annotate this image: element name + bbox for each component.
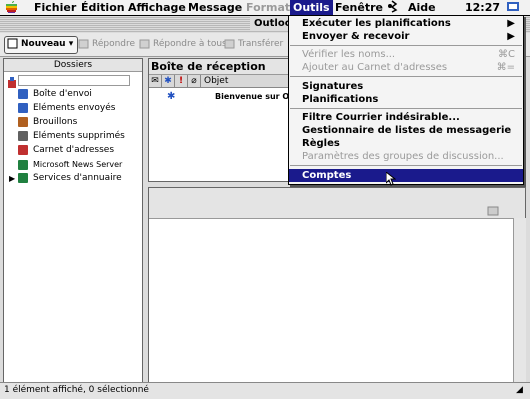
- new-button[interactable]: Nouveau ▾: [4, 36, 79, 54]
- outils-menu: Exécuter les planifications ▶ Envoyer & r…: [288, 15, 524, 185]
- folder-item-address-book[interactable]: Carnet d'adresses: [18, 144, 114, 157]
- preview-pane: [148, 187, 526, 387]
- address-book-icon: [18, 144, 28, 155]
- preview-contact-icon: [487, 201, 499, 220]
- folder-item-directory[interactable]: Services d'annuaire: [18, 172, 122, 185]
- column-attachment-icon[interactable]: ⌀: [188, 75, 201, 87]
- menu-item-schedules[interactable]: Planifications: [289, 93, 523, 106]
- folder-label: Microsoft News Server: [33, 160, 123, 169]
- drafts-icon: [18, 116, 28, 127]
- disclosure-triangle-icon[interactable]: ▶: [9, 174, 15, 183]
- menu-item-label: Envoyer & recevoir: [302, 31, 410, 42]
- application-menu-icon[interactable]: [506, 0, 520, 15]
- menu-fenetre[interactable]: Fenêtre: [335, 0, 383, 15]
- menu-bar: Fichier Édition Affichage Message Format…: [0, 0, 530, 16]
- menu-item-label: Exécuter les planifications: [302, 18, 451, 29]
- menu-shortcut: ⌘=: [496, 62, 515, 73]
- message-subject: Bienvenue sur Ou: [215, 92, 295, 101]
- folder-item-sent[interactable]: Eléments envoyés: [18, 102, 115, 115]
- reply-icon: [78, 38, 90, 49]
- inbox-folder-icon: [7, 74, 17, 93]
- reply-all-button[interactable]: Répondre à tous: [139, 37, 227, 52]
- preview-scrollbar[interactable]: [513, 218, 526, 386]
- menu-separator: [290, 76, 522, 77]
- menu-clock[interactable]: 12:27: [465, 0, 500, 15]
- reply-label: Répondre: [92, 39, 136, 49]
- folder-label: Eléments supprimés: [33, 131, 125, 141]
- forward-icon: [224, 38, 236, 49]
- column-mail-icon[interactable]: ✉: [149, 75, 162, 87]
- menu-edition[interactable]: Édition: [81, 0, 125, 15]
- unread-star-icon: ✱: [167, 91, 176, 102]
- menu-message[interactable]: Message: [188, 0, 242, 15]
- menu-affichage[interactable]: Affichage: [128, 0, 186, 15]
- menu-shortcut: ⌘C: [498, 49, 515, 60]
- reply-all-icon: [139, 38, 151, 49]
- apple-menu-icon[interactable]: [6, 0, 17, 15]
- folder-label: Carnet d'adresses: [33, 145, 115, 155]
- new-message-icon: [7, 38, 19, 49]
- menu-aide[interactable]: Aide: [408, 0, 436, 15]
- menu-item-newsgroup-settings[interactable]: Paramètres des groupes de discussion...: [289, 150, 523, 163]
- column-priority-icon[interactable]: !: [175, 75, 188, 87]
- app-switch-icon[interactable]: [386, 0, 399, 15]
- folder-pane: Dossiers Boîte d'envoi Eléments envoyés …: [3, 58, 143, 384]
- menu-item-send-receive[interactable]: Envoyer & recevoir ▶: [289, 30, 523, 43]
- directory-icon: [18, 172, 28, 183]
- folder-label: Eléments envoyés: [33, 103, 116, 113]
- sent-icon: [18, 102, 28, 113]
- folder-item-news-server[interactable]: Microsoft News Server: [18, 158, 122, 171]
- menu-item-label: Ajouter au Carnet d'adresses: [302, 62, 448, 73]
- menu-item-label: Vérifier les noms...: [302, 49, 396, 60]
- inbox-folder-field[interactable]: [8, 75, 130, 88]
- menu-separator: [290, 108, 522, 109]
- reply-button[interactable]: Répondre: [78, 37, 135, 52]
- menu-separator: [290, 45, 522, 46]
- menu-item-junk-filter[interactable]: Filtre Courrier indésirable...: [289, 111, 523, 124]
- submenu-arrow-icon: ▶: [507, 31, 515, 42]
- resize-handle-icon[interactable]: ◢: [516, 383, 523, 398]
- column-status-icon[interactable]: ✱: [162, 75, 175, 87]
- menu-separator: [290, 165, 522, 166]
- folder-item-drafts[interactable]: Brouillons: [18, 116, 77, 129]
- forward-label: Transférer: [238, 39, 284, 49]
- submenu-arrow-icon: ▶: [507, 18, 515, 29]
- trash-icon: [18, 130, 28, 141]
- column-subject[interactable]: Objet: [201, 75, 291, 87]
- menu-item-mailing-list-manager[interactable]: Gestionnaire de listes de messagerie: [289, 124, 523, 137]
- new-button-label: Nouveau: [21, 39, 66, 49]
- preview-header: [149, 188, 525, 219]
- folders-header[interactable]: Dossiers: [4, 59, 142, 72]
- folder-label: Services d'annuaire: [33, 173, 122, 183]
- menu-item-add-to-address-book[interactable]: Ajouter au Carnet d'adresses ⌘=: [289, 61, 523, 74]
- news-server-icon: [18, 159, 28, 170]
- forward-button[interactable]: Transférer: [224, 37, 283, 52]
- outbox-icon: [18, 88, 28, 99]
- menu-item-accounts[interactable]: Comptes: [289, 169, 523, 182]
- menu-item-signatures[interactable]: Signatures: [289, 80, 523, 93]
- menu-fichier[interactable]: Fichier: [34, 0, 76, 15]
- folder-item-deleted[interactable]: Eléments supprimés: [18, 130, 125, 143]
- mouse-cursor-icon: [385, 170, 397, 190]
- menu-outils[interactable]: Outils: [290, 0, 333, 15]
- menu-item-check-names[interactable]: Vérifier les noms... ⌘C: [289, 48, 523, 61]
- menu-item-rules[interactable]: Règles: [289, 137, 523, 150]
- menu-item-run-schedules[interactable]: Exécuter les planifications ▶: [289, 17, 523, 30]
- folder-item-outbox[interactable]: Boîte d'envoi: [18, 88, 92, 101]
- folder-label: Brouillons: [33, 117, 78, 127]
- status-text: 1 élément affiché, 0 sélectionné: [4, 385, 149, 395]
- reply-all-label: Répondre à tous: [153, 39, 227, 49]
- status-bar: 1 élément affiché, 0 sélectionné ◢: [0, 382, 530, 399]
- menu-format[interactable]: Format: [246, 0, 290, 15]
- folder-label: Boîte d'envoi: [33, 89, 92, 99]
